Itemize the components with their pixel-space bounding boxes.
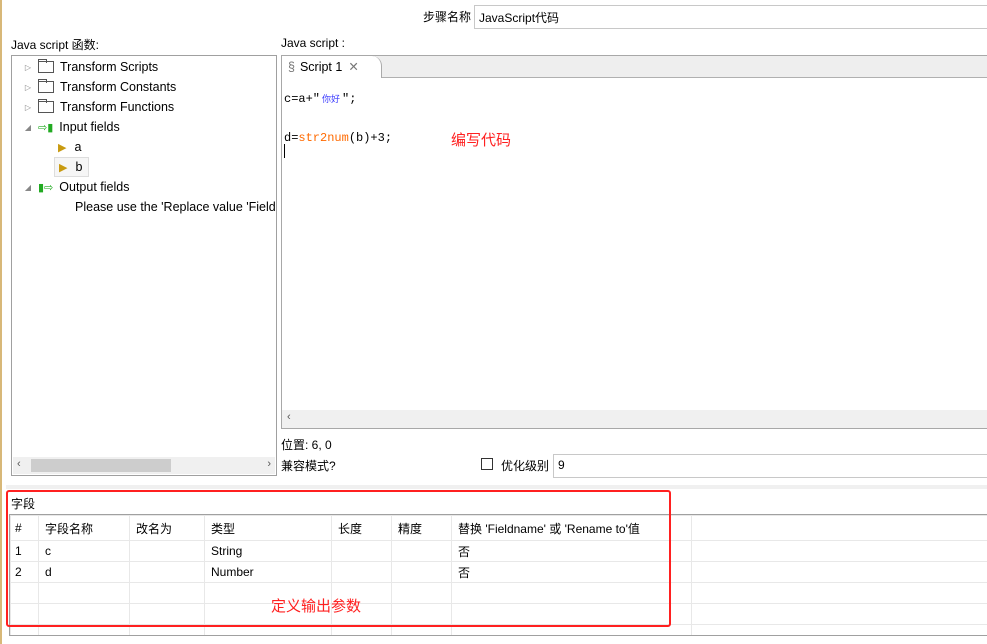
cell [691, 540, 987, 562]
field-icon: ▶ [58, 141, 67, 154]
cell [691, 561, 987, 583]
tree-label: Transform Constants [60, 80, 177, 94]
cell[interactable]: c [38, 540, 130, 562]
input-fields-icon: ⇨▮ [38, 121, 54, 134]
table-row[interactable]: 1 c String 否 [10, 540, 987, 562]
scroll-thumb[interactable] [31, 459, 171, 472]
tree-label: Please use the 'Replace value 'Field [75, 200, 275, 214]
scroll-left-icon[interactable]: ‹ [17, 458, 21, 470]
field-icon: ▶ [59, 161, 68, 174]
code-text: "; [342, 92, 357, 106]
annotation-write-code: 编写代码 [451, 132, 512, 149]
script-icon: § [288, 60, 295, 74]
code-line-1: c=a+" 你好 "; [284, 92, 356, 106]
col-header[interactable]: 改名为 [129, 515, 205, 541]
cell[interactable] [129, 540, 205, 562]
script-title: Java script : [281, 36, 346, 50]
col-header[interactable]: # [10, 515, 39, 541]
cell[interactable] [129, 561, 205, 583]
tree-item-transform-scripts[interactable]: ▷ Transform Scripts [22, 57, 158, 77]
folder-icon [38, 79, 54, 93]
col-header[interactable]: 精度 [391, 515, 452, 541]
code-text: c=a+" [284, 92, 321, 106]
table-header: # 字段名称 改名为 类型 长度 精度 替换 'Fieldname' 或 'Re… [10, 515, 987, 541]
editor-horizontal-scrollbar[interactable]: ‹ [282, 410, 987, 428]
tree-item-output-fields[interactable]: ◢ ▮⇨ Output fields [22, 177, 130, 197]
col-header[interactable]: 长度 [331, 515, 392, 541]
cell[interactable]: Number [204, 561, 332, 583]
tree-item-transform-constants[interactable]: ▷ Transform Constants [22, 77, 176, 97]
window-edge [0, 0, 2, 644]
tab-label: Script 1 [299, 60, 343, 74]
cell[interactable]: 否 [451, 561, 692, 583]
tree-label: Transform Functions [60, 100, 175, 114]
tree-horizontal-scrollbar[interactable]: ‹ › [13, 457, 275, 474]
output-fields-icon: ▮⇨ [38, 181, 54, 194]
code-string: 你好 [322, 95, 341, 105]
tree-label: a [74, 140, 82, 154]
close-icon[interactable]: ✕ [348, 60, 358, 74]
table-row-empty[interactable] [10, 603, 987, 625]
tree-item-field-a[interactable]: ▶ a [58, 137, 81, 157]
cell[interactable]: String [204, 540, 332, 562]
cell[interactable] [391, 561, 452, 583]
annotation-define-output: 定义输出参数 [271, 598, 362, 615]
code-function: str2num [298, 131, 349, 145]
tree-label: Input fields [59, 120, 120, 134]
tree-item-transform-functions[interactable]: ▷ Transform Functions [22, 97, 174, 117]
folder-icon [38, 59, 54, 73]
table-row[interactable]: 2 d Number 否 [10, 561, 987, 583]
scroll-right-icon[interactable]: › [267, 458, 271, 470]
script-editor[interactable]: § Script 1 ✕ c=a+" 你好 "; d=str2num(b)+3; 编写代… [281, 55, 987, 429]
col-header[interactable]: 替换 'Fieldname' 或 'Rename to'值 [451, 515, 692, 541]
splitter[interactable] [6, 485, 987, 489]
fields-table[interactable]: # 字段名称 改名为 类型 长度 精度 替换 'Fieldname' 或 'Re… [10, 515, 987, 635]
cursor-position: 位置: 6, 0 [281, 438, 332, 452]
step-name-label: 步骤名称 [423, 10, 472, 24]
folder-icon [38, 99, 54, 113]
table-row-empty[interactable] [10, 582, 987, 604]
tree-item-input-fields[interactable]: ◢ ⇨▮ Input fields [22, 117, 120, 137]
tab-script-1[interactable]: § Script 1 ✕ [282, 56, 382, 78]
code-text: d= [284, 131, 299, 145]
step-name-input[interactable]: JavaScript代码 [474, 5, 987, 29]
cell: 1 [10, 540, 39, 562]
code-text: (b)+3; [348, 131, 393, 145]
optimize-level-input[interactable]: 9 [553, 454, 987, 478]
compat-mode-label: 兼容模式? [281, 459, 336, 473]
fields-title: 字段 [11, 497, 36, 511]
fields-table-container: # 字段名称 改名为 类型 长度 精度 替换 'Fieldname' 或 'Re… [9, 514, 987, 636]
text-cursor [284, 144, 285, 158]
cell[interactable] [331, 561, 392, 583]
cell[interactable] [391, 540, 452, 562]
optimize-checkbox[interactable] [481, 458, 493, 470]
col-header[interactable]: 类型 [204, 515, 332, 541]
script-tab-bar [282, 56, 987, 78]
functions-tree[interactable]: ▷ Transform Scripts ▷ Transform Constants … [11, 55, 277, 476]
table-row-empty[interactable] [10, 624, 987, 635]
col-header[interactable]: 字段名称 [38, 515, 130, 541]
cell[interactable]: d [38, 561, 130, 583]
tree-label: Transform Scripts [60, 60, 159, 74]
col-header [691, 515, 987, 541]
functions-title: Java script 函数: [11, 38, 100, 52]
cell[interactable] [331, 540, 392, 562]
cell[interactable]: 否 [451, 540, 692, 562]
code-line-2: d=str2num(b)+3; [284, 131, 392, 145]
tree-label: b [75, 160, 83, 174]
optimize-label: 优化级别 [501, 459, 550, 473]
tree-item-field-b[interactable]: ▶ b [54, 157, 90, 177]
tree-label: Output fields [59, 180, 130, 194]
output-fields-note: Please use the 'Replace value 'Field [75, 197, 275, 217]
cell: 2 [10, 561, 39, 583]
scroll-left-icon[interactable]: ‹ [287, 411, 291, 423]
